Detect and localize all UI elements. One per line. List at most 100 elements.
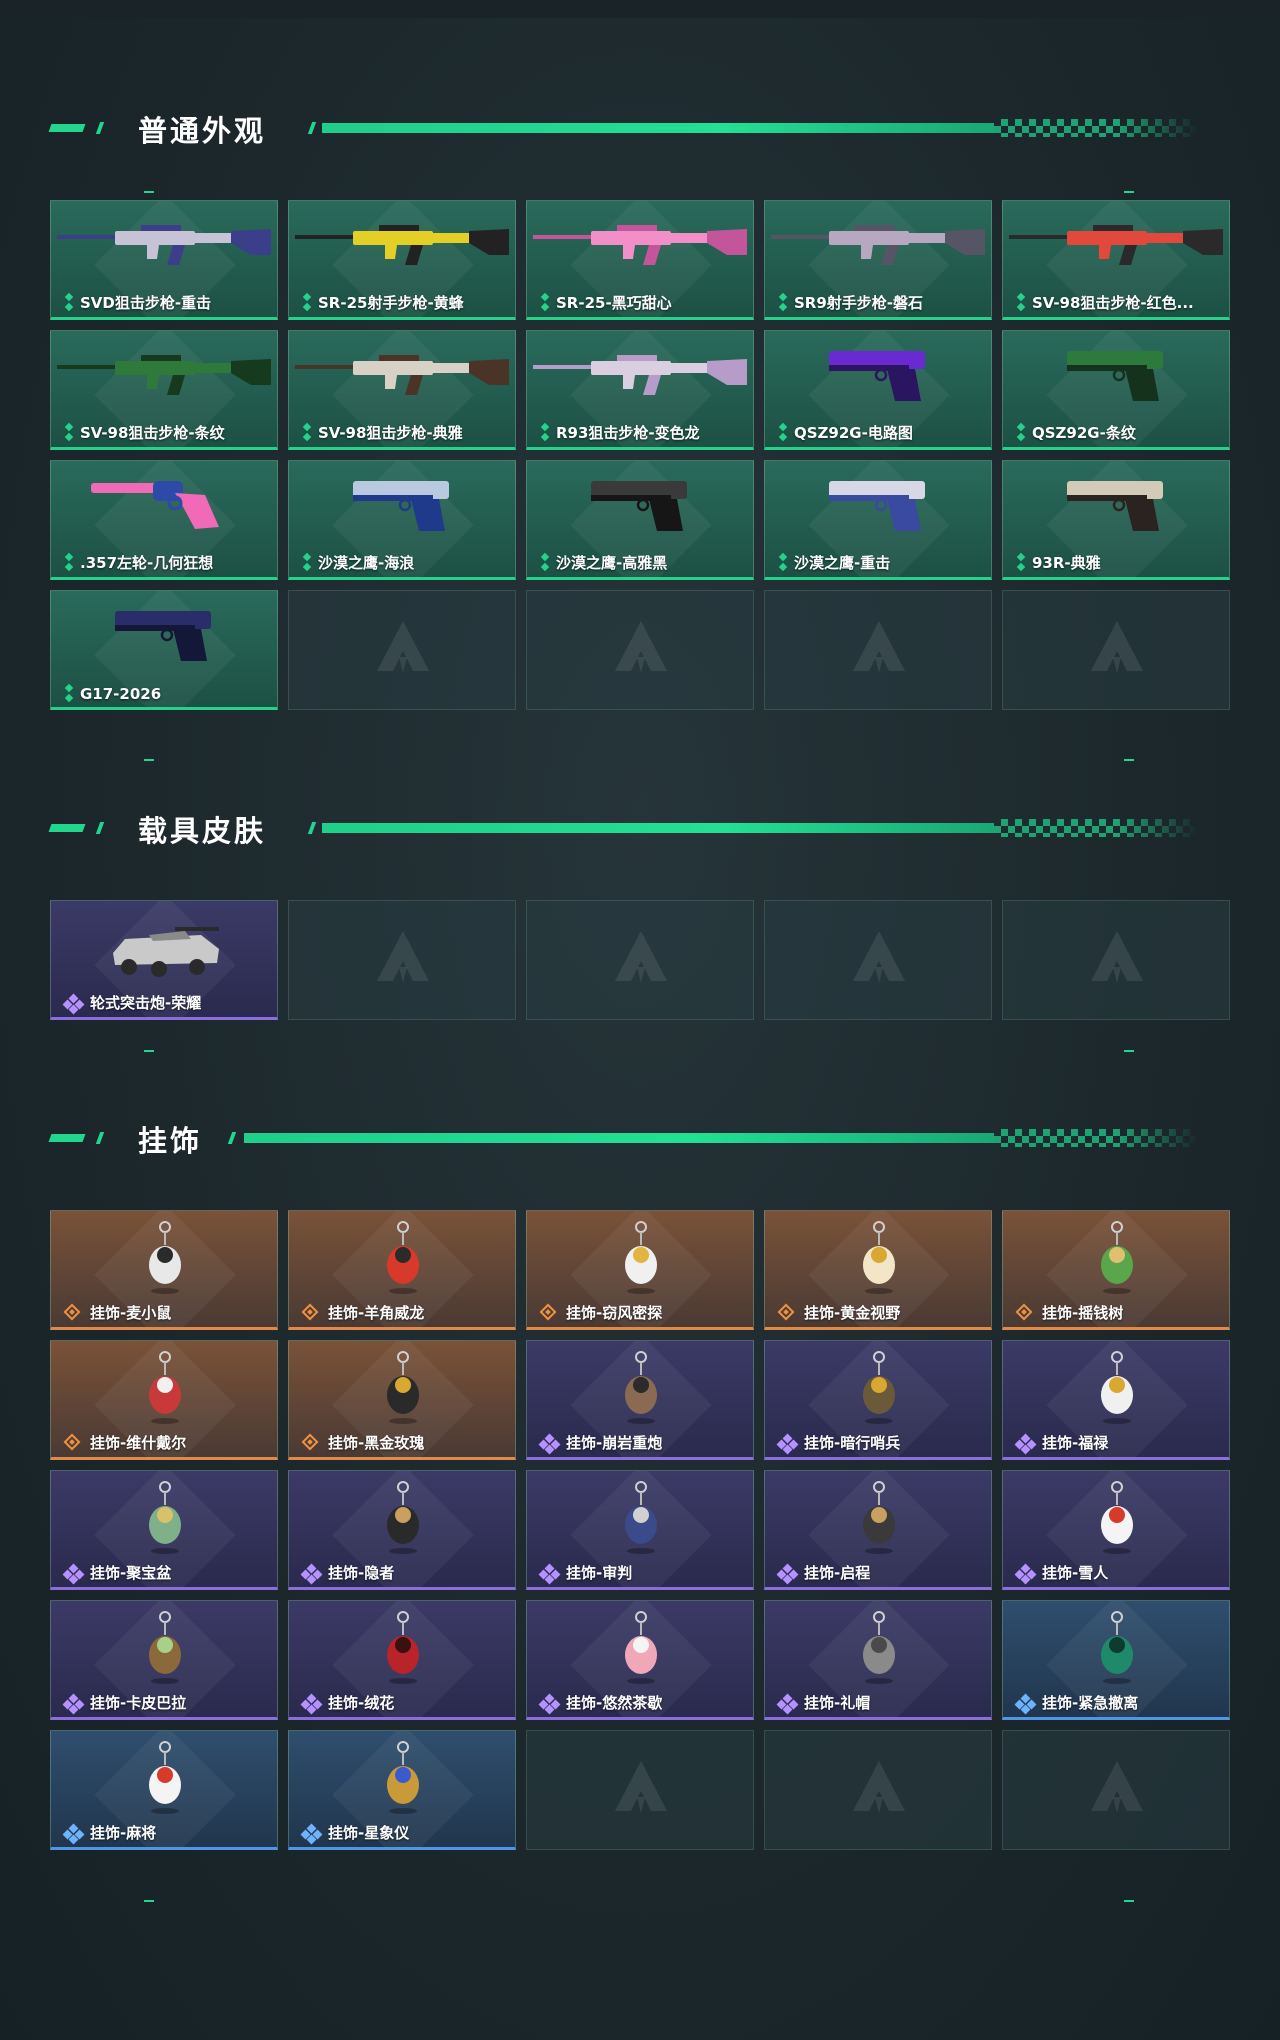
- rarity-green-icon: [63, 292, 75, 312]
- section-title: 载具皮肤: [138, 814, 267, 848]
- charm-icon: [863, 1351, 895, 1424]
- card-label-row: 挂饰-暗行哨兵: [776, 1432, 900, 1454]
- rarity-green-icon: [63, 552, 75, 572]
- card-label-row: 挂饰-聚宝盆: [62, 1562, 171, 1584]
- empty-slot: [764, 1730, 992, 1850]
- item-name: 挂饰-雪人: [1042, 1564, 1109, 1582]
- item-card[interactable]: QSZ92G-条纹: [1002, 330, 1230, 450]
- item-card[interactable]: 挂饰-礼帽: [764, 1600, 992, 1720]
- item-name: 挂饰-隐者: [328, 1564, 395, 1582]
- item-card[interactable]: 挂饰-启程: [764, 1470, 992, 1590]
- item-card[interactable]: SV-98狙击步枪-典雅: [288, 330, 516, 450]
- item-card[interactable]: 挂饰-紧急撤离: [1002, 1600, 1230, 1720]
- item-card[interactable]: 挂饰-麻将: [50, 1730, 278, 1850]
- item-card[interactable]: 挂饰-窃风密探: [526, 1210, 754, 1330]
- item-name: SR-25射手步枪-黄蜂: [318, 294, 464, 312]
- empty-slot-logo-icon: [615, 931, 667, 983]
- rarity-green-icon: [539, 552, 551, 572]
- item-card[interactable]: 沙漠之鹰-海浪: [288, 460, 516, 580]
- item-card[interactable]: 挂饰-暗行哨兵: [764, 1340, 992, 1460]
- item-name: 挂饰-悠然茶歇: [566, 1694, 663, 1712]
- item-name: 挂饰-麦小鼠: [90, 1304, 172, 1322]
- rarity-purple-icon: [1014, 1563, 1037, 1584]
- card-label-row: 挂饰-黑金玫瑰: [301, 1432, 424, 1453]
- section-title: 挂饰: [138, 1124, 203, 1158]
- pistol-icon: [353, 481, 449, 531]
- item-name: 轮式突击炮-荣耀: [90, 994, 202, 1012]
- item-name: SR9射手步枪-磐石: [794, 294, 924, 312]
- item-name: 挂饰-礼帽: [804, 1694, 871, 1712]
- rarity-orange-icon: [301, 1433, 323, 1452]
- rifle-icon: [57, 355, 271, 395]
- item-card[interactable]: 挂饰-摇钱树: [1002, 1210, 1230, 1330]
- revolver-icon: [91, 481, 219, 529]
- rarity-orange-icon: [63, 1433, 85, 1452]
- card-label-row: 沙漠之鹰-高雅黑: [539, 552, 667, 573]
- item-card[interactable]: 挂饰-审判: [526, 1470, 754, 1590]
- item-card[interactable]: 挂饰-绒花: [288, 1600, 516, 1720]
- item-name: 挂饰-福禄: [1042, 1434, 1109, 1452]
- card-label-row: 挂饰-雪人: [1014, 1562, 1109, 1584]
- item-card[interactable]: 挂饰-悠然茶歇: [526, 1600, 754, 1720]
- item-card[interactable]: QSZ92G-电路图: [764, 330, 992, 450]
- item-name: .357左轮-几何狂想: [80, 554, 214, 572]
- item-card[interactable]: 挂饰-黄金视野: [764, 1210, 992, 1330]
- item-card[interactable]: SV-98狙击步枪-条纹: [50, 330, 278, 450]
- item-card[interactable]: 挂饰-维什戴尔: [50, 1340, 278, 1460]
- empty-slot: [1002, 590, 1230, 710]
- charm-icon: [387, 1611, 419, 1684]
- card-label-row: 挂饰-隐者: [300, 1562, 395, 1584]
- item-grid: 挂饰-麦小鼠 挂饰-羊角威龙 挂饰-窃风密探 挂饰-黄金视野 挂饰-摇钱树挂饰-维什戴尔…: [50, 1210, 1230, 1850]
- item-card[interactable]: 沙漠之鹰-重击: [764, 460, 992, 580]
- rarity-green-icon: [301, 422, 313, 442]
- item-card[interactable]: 挂饰-羊角威龙: [288, 1210, 516, 1330]
- item-card[interactable]: SVD狙击步枪-重击: [50, 200, 278, 320]
- item-card[interactable]: SR9射手步枪-磐石: [764, 200, 992, 320]
- item-card[interactable]: G17-2026: [50, 590, 278, 710]
- rifle-icon: [533, 225, 747, 265]
- rarity-green-icon: [777, 292, 789, 312]
- empty-slot-logo-icon: [615, 1761, 667, 1813]
- pistol-icon: [1067, 481, 1163, 531]
- rarity-green-icon: [539, 422, 551, 442]
- item-card[interactable]: 挂饰-雪人: [1002, 1470, 1230, 1590]
- card-label-row: SV-98狙击步枪-条纹: [63, 422, 225, 443]
- rarity-green-icon: [539, 292, 551, 312]
- item-card[interactable]: 93R-典雅: [1002, 460, 1230, 580]
- item-card[interactable]: 沙漠之鹰-高雅黑: [526, 460, 754, 580]
- item-name: SR-25-黑巧甜心: [556, 294, 672, 312]
- header-checker-pattern: [994, 819, 1198, 837]
- item-name: 沙漠之鹰-高雅黑: [556, 554, 668, 572]
- item-card[interactable]: 挂饰-星象仪: [288, 1730, 516, 1850]
- item-card[interactable]: 挂饰-麦小鼠: [50, 1210, 278, 1330]
- charm-icon: [625, 1351, 657, 1424]
- item-card[interactable]: 挂饰-福禄: [1002, 1340, 1230, 1460]
- pistol-icon: [1067, 351, 1163, 401]
- rarity-green-icon: [1015, 552, 1027, 572]
- rarity-green-icon: [777, 422, 789, 442]
- rarity-purple-icon: [1014, 1433, 1037, 1454]
- item-card[interactable]: 挂饰-卡皮巴拉: [50, 1600, 278, 1720]
- header-accent-tick: [95, 822, 105, 834]
- item-card[interactable]: 挂饰-黑金玫瑰: [288, 1340, 516, 1460]
- header-checker-pattern: [994, 119, 1198, 137]
- rarity-green-icon: [777, 552, 789, 572]
- item-card[interactable]: 挂饰-崩岩重炮: [526, 1340, 754, 1460]
- item-card[interactable]: 挂饰-聚宝盆: [50, 1470, 278, 1590]
- item-card[interactable]: SR-25射手步枪-黄蜂: [288, 200, 516, 320]
- item-card[interactable]: R93狙击步枪-变色龙: [526, 330, 754, 450]
- corner-mark: [1124, 1050, 1134, 1052]
- card-label-row: SVD狙击步枪-重击: [63, 292, 211, 313]
- empty-slot-logo-icon: [377, 931, 429, 983]
- empty-slot: [1002, 1730, 1230, 1850]
- item-card[interactable]: SV-98狙击步枪-红色...: [1002, 200, 1230, 320]
- item-name: QSZ92G-条纹: [1032, 424, 1136, 442]
- rifle-icon: [295, 355, 509, 395]
- item-card[interactable]: SR-25-黑巧甜心: [526, 200, 754, 320]
- item-card[interactable]: 轮式突击炮-荣耀: [50, 900, 278, 1020]
- item-card[interactable]: 挂饰-隐者: [288, 1470, 516, 1590]
- card-label-row: 挂饰-启程: [776, 1562, 870, 1584]
- item-card[interactable]: .357左轮-几何狂想: [50, 460, 278, 580]
- pistol-icon: [829, 481, 925, 531]
- rarity-purple-icon: [538, 1693, 561, 1714]
